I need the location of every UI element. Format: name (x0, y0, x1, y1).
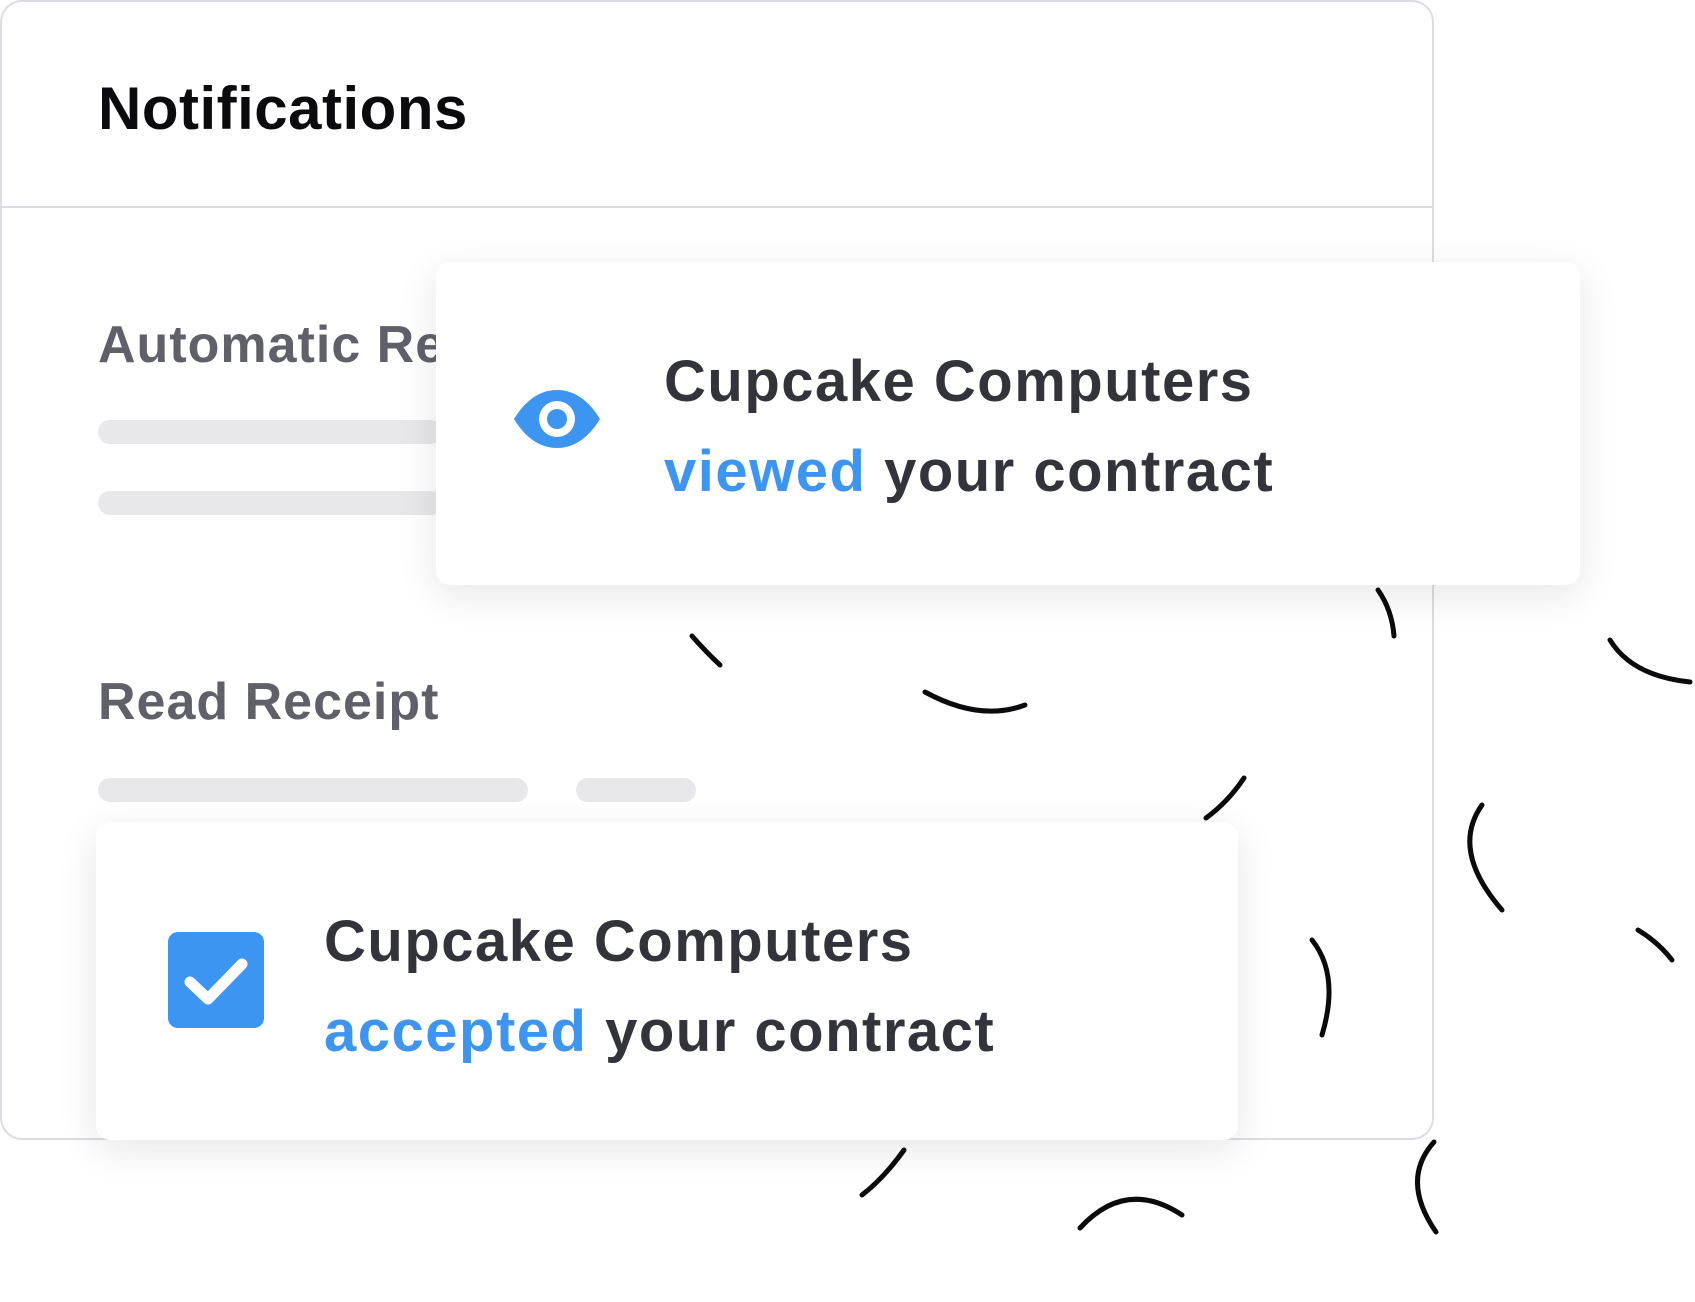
notification-action: accepted (324, 999, 588, 1064)
confetti-squiggle (1467, 802, 1505, 913)
notification-rest: your contract (605, 999, 996, 1064)
confetti-squiggle (1415, 1139, 1439, 1235)
notifications-illustration: Notifications Automatic Re Read Receipt … (0, 0, 1695, 1302)
notification-action: viewed (664, 439, 867, 504)
panel-title: Notifications (98, 75, 468, 142)
automatic-reminders-label: Automatic Re (98, 316, 446, 374)
notification-company: Cupcake Computers (664, 349, 1254, 414)
confetti-squiggle (859, 1147, 907, 1198)
checkbox-checked-icon (168, 932, 264, 1028)
confetti-squiggle (1635, 927, 1675, 963)
skeleton-line (576, 778, 696, 802)
notification-message: viewed your contract (664, 438, 1274, 505)
read-receipt-label: Read Receipt (98, 673, 440, 731)
notification-card-viewed[interactable]: Cupcake Computers viewed your contract (436, 262, 1580, 585)
notification-rest: your contract (884, 439, 1275, 504)
checkmark-icon (184, 958, 248, 1005)
skeleton-line (98, 491, 442, 515)
confetti-squiggle (1607, 637, 1693, 685)
skeleton-line (98, 778, 528, 802)
notification-message: accepted your contract (324, 998, 995, 1065)
confetti-squiggle (1077, 1196, 1185, 1231)
eye-icon (514, 390, 600, 448)
skeleton-line (98, 420, 442, 444)
notification-card-accepted[interactable]: Cupcake Computers accepted your contract (96, 822, 1238, 1140)
panel-header: Notifications (2, 2, 1432, 208)
notification-company: Cupcake Computers (324, 909, 914, 974)
